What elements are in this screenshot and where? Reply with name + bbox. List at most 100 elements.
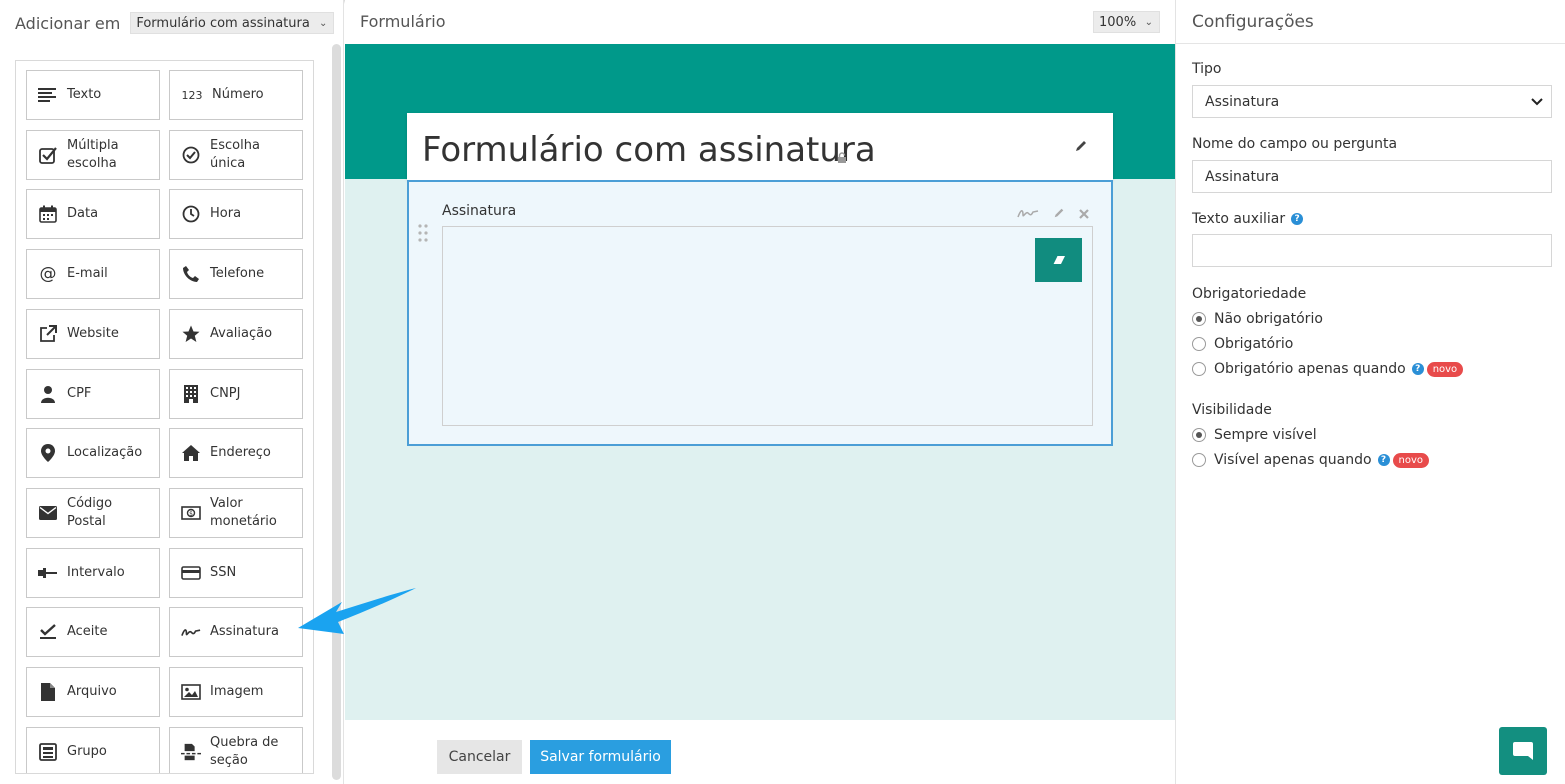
lock-icon[interactable] [837,149,847,168]
number-icon: 123 [181,88,203,102]
field-type-aceite[interactable]: Aceite [26,607,160,658]
field-type-assinatura[interactable]: Assinatura [169,607,303,658]
field-type-label: CPF [67,385,92,401]
help-icon[interactable]: ? [1411,363,1424,375]
field-type-label: Imagem [210,684,264,699]
name-label: Nome do campo ou pergunta [1192,136,1398,152]
field-type-label: Texto [67,87,102,102]
field-label: Assinatura [442,203,517,219]
radio-button[interactable] [1192,312,1206,326]
eraser-icon [1052,255,1065,265]
form-title[interactable]: Formulário com assinatura [422,130,876,170]
radio-button[interactable] [1192,453,1206,467]
form-title-card: Formulário com assinatura [407,113,1113,180]
zoom-select[interactable]: 100% ⌄ [1093,11,1160,33]
visibility-label: Visibilidade [1192,402,1272,418]
field-type-imagem[interactable]: Imagem [169,667,303,717]
radio-required[interactable]: Obrigatório [1192,336,1293,352]
radio-label: Sempre visível [1214,427,1317,443]
field-type-label: Intervalo [67,564,125,580]
save-form-button[interactable]: Salvar formulário [530,740,671,774]
field-type-quebra-de-se-o[interactable]: Quebra de seção [169,726,303,773]
signature-pad[interactable] [442,226,1093,426]
field-type-label: Endereço [210,445,271,461]
user-icon [38,384,58,404]
helper-text-input[interactable] [1192,234,1552,267]
field-type-n-mero[interactable]: 123 Número [169,70,303,120]
radio-button[interactable] [1192,337,1206,351]
field-type-intervalo[interactable]: Intervalo [26,547,160,598]
radio-label: Não obrigatório [1214,311,1323,327]
field-type-endere-o[interactable]: Endereço [169,428,303,479]
field-type-escolha-nica[interactable]: Escolha única [169,129,303,180]
new-badge: novo [1426,361,1464,377]
field-type-e-mail[interactable]: @ E-mail [26,249,160,300]
field-type-label: E-mail [67,266,108,282]
radio-visible-when[interactable]: Visível apenas quando ? novo [1192,452,1430,468]
field-type-label: Quebra de seção [210,734,279,768]
required-label: Obrigatoriedade [1192,286,1307,302]
radio-required-when[interactable]: Obrigatório apenas quando ? novo [1192,361,1464,377]
help-icon[interactable]: ? [1377,454,1390,466]
envelope-icon [38,503,58,523]
check-mark-icon [38,622,58,642]
field-type-avalia-o[interactable]: Avaliação [169,308,303,359]
radio-button[interactable] [1192,428,1206,442]
chat-icon [1513,742,1533,760]
at-icon: @ [39,264,57,285]
palette-scrollbar[interactable] [332,44,341,780]
editor-footer: Cancelar Salvar formulário [345,720,1175,784]
field-type-cpf[interactable]: CPF [26,368,160,419]
home-icon [181,443,201,463]
calendar-icon [38,204,58,224]
settings-panel: Configurações Tipo Assinatura Nome do ca… [1175,0,1565,784]
field-type-localiza-o[interactable]: Localização [26,428,160,479]
drag-handle-icon[interactable] [418,224,428,246]
field-type-texto[interactable]: Texto [26,70,160,120]
cancel-button[interactable]: Cancelar [437,740,522,774]
field-type-label: Localização [67,445,143,461]
eraser-button[interactable] [1035,238,1082,282]
field-type-valor-monet-rio[interactable]: $ Valor monetário [169,487,303,538]
radio-not-required[interactable]: Não obrigatório [1192,311,1323,327]
field-name-input[interactable]: Assinatura [1192,160,1552,193]
close-icon[interactable] [1079,204,1089,223]
field-type-c-digo-postal[interactable]: Código Postal [26,487,160,538]
star-icon [181,324,201,344]
field-type-label: Telefone [210,266,265,282]
field-type-data[interactable]: Data [26,189,160,240]
type-select[interactable]: Assinatura [1192,85,1552,118]
field-type-ssn[interactable]: SSN [169,547,303,598]
section-break-icon [181,742,201,762]
form-select-value: Formulário com assinatura [136,15,310,31]
pencil-icon[interactable] [1074,138,1088,157]
file-icon [38,682,58,702]
field-type-website[interactable]: Website [26,308,160,359]
field-type-cnpj[interactable]: CNPJ [169,368,303,419]
field-type-label: CNPJ [210,385,241,401]
signature-field[interactable]: Assinatura [407,180,1113,446]
chat-button[interactable] [1499,727,1547,775]
editor-header: Formulário 100% ⌄ [345,0,1175,44]
signature-icon [1017,204,1039,223]
chevron-down-icon: ⌄ [1144,16,1153,28]
form-select[interactable]: Formulário com assinatura ⌄ [130,12,335,34]
radio-always-visible[interactable]: Sempre visível [1192,427,1317,443]
field-type-grupo[interactable]: Grupo [26,726,160,773]
radio-button[interactable] [1192,362,1206,376]
field-type-label: Múltipla escolha [67,137,119,171]
field-type-label: Escolha única [210,137,260,171]
field-type-arquivo[interactable]: Arquivo [26,667,160,717]
phone-icon [181,264,201,284]
map-pin-icon [38,443,58,463]
field-type-label: Hora [210,206,242,222]
field-type-m-ltipla-escolha[interactable]: Múltipla escolha [26,129,160,180]
edit-field-icon[interactable] [1053,204,1065,223]
field-type-hora[interactable]: Hora [169,189,303,240]
helper-label: Texto auxiliar [1192,211,1286,227]
image-icon [181,682,201,702]
field-type-telefone[interactable]: Telefone [169,249,303,300]
clock-icon [181,204,201,224]
help-icon[interactable]: ? [1291,213,1304,225]
radio-label: Obrigatório apenas quando [1214,361,1406,377]
